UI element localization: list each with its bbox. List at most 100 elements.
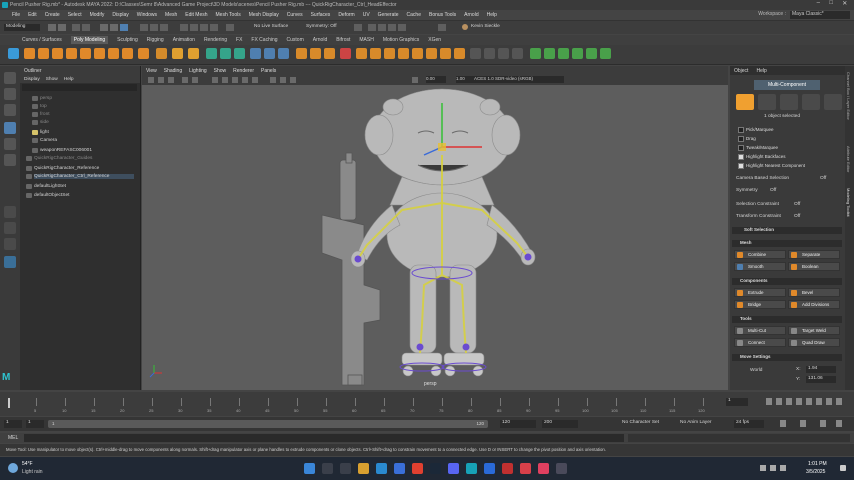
menu-windows[interactable]: Windows [137, 12, 157, 18]
fill-hole-icon[interactable] [412, 48, 423, 59]
go-to-start-icon[interactable] [766, 398, 772, 405]
menu-generate[interactable]: Generate [378, 12, 399, 18]
menu-deform[interactable]: Deform [338, 12, 354, 18]
symmetry-value[interactable]: Off [770, 188, 776, 193]
quad-draw-icon[interactable] [512, 48, 523, 59]
anim-layer-select[interactable]: No Anim Layer [680, 420, 711, 425]
menu-mesh-display[interactable]: Mesh Display [249, 12, 279, 18]
notification-icon[interactable] [840, 465, 846, 471]
user-avatar[interactable] [462, 24, 468, 30]
hypershade-icon[interactable] [398, 24, 406, 31]
exposure-field[interactable]: 0.00 [426, 76, 446, 83]
outliner-item-top[interactable]: top [32, 104, 47, 109]
mail-icon[interactable] [394, 463, 405, 474]
move-settings-header[interactable]: Move Settings [732, 354, 842, 361]
extrude-button[interactable]: Extrude [734, 288, 786, 297]
start-menu-icon[interactable] [304, 463, 315, 474]
viewport-menu-panels[interactable]: Panels [261, 68, 276, 74]
select-object-icon[interactable] [110, 24, 118, 31]
start-time-field[interactable]: 1 [4, 420, 22, 428]
persp-graph-layout-icon[interactable] [4, 256, 16, 268]
outliner-item-default-light-set[interactable]: defaultLightSet [26, 184, 66, 189]
camera-attributes-icon[interactable] [148, 77, 154, 83]
menu-curves[interactable]: Curves [287, 12, 303, 18]
retopologize-icon[interactable] [340, 48, 351, 59]
menu-surfaces[interactable]: Surfaces [311, 12, 331, 18]
circularize-icon[interactable] [454, 48, 465, 59]
snap-grid-icon[interactable] [180, 24, 188, 31]
object-mode-icon[interactable] [736, 94, 754, 110]
tweak-marquee-option[interactable]: Tweak/Marquee [738, 145, 778, 151]
camera-based-selection-value[interactable]: Off [820, 176, 826, 181]
shelf-tab-xgen[interactable]: XGen [428, 37, 441, 43]
poly-cylinder-icon[interactable] [52, 48, 63, 59]
sphere-combined-icon[interactable] [156, 48, 167, 59]
menu-mesh[interactable]: Mesh [165, 12, 177, 18]
view-transform-select[interactable]: ACES 1.0 SDR-video (sRGB) [474, 76, 564, 83]
ipr-render-icon[interactable] [378, 24, 386, 31]
viewport-menu-lighting[interactable]: Lighting [189, 68, 207, 74]
menu-modify[interactable]: Modify [90, 12, 105, 18]
character-set-select[interactable]: No Character Set [622, 420, 659, 425]
type-tool-icon[interactable] [172, 48, 183, 59]
poly-cube-icon[interactable] [38, 48, 49, 59]
menu-mesh-tools[interactable]: Mesh Tools [216, 12, 241, 18]
wifi-icon[interactable] [770, 465, 776, 471]
toolkit-menu-help[interactable]: Help [756, 68, 766, 74]
single-perspective-layout-icon[interactable] [4, 206, 16, 218]
bridge-button[interactable]: Bridge [734, 300, 786, 309]
menu-select[interactable]: Select [68, 12, 82, 18]
volume-icon[interactable] [780, 465, 786, 471]
drag-option[interactable]: Drag [738, 136, 756, 142]
mirror-icon[interactable] [296, 48, 307, 59]
cylindrical-uv-icon[interactable] [572, 48, 583, 59]
menu-create[interactable]: Create [45, 12, 60, 18]
boolean-button[interactable]: Boolean [788, 262, 840, 271]
select-by-face-icon[interactable] [160, 24, 168, 31]
shelf-tab-mash[interactable]: MASH [359, 37, 373, 43]
shelf-tab-curves-surfaces[interactable]: Curves / Surfaces [22, 37, 62, 43]
uv-editor-icon[interactable] [530, 48, 541, 59]
range-start-field[interactable]: 1 [26, 420, 44, 428]
four-view-layout-icon[interactable] [4, 222, 16, 234]
isolate-select-icon[interactable] [270, 77, 276, 83]
audio-icon[interactable] [800, 420, 806, 427]
combine-button[interactable]: Combine [734, 250, 786, 259]
outliner-search-input[interactable] [22, 84, 137, 91]
user-name[interactable]: Kevin Sieckle [471, 24, 500, 29]
bool-difference-icon[interactable] [264, 48, 275, 59]
viewport-menu-renderer[interactable]: Renderer [233, 68, 254, 74]
range-slider[interactable]: 1 120 [48, 420, 488, 428]
play-forward-icon[interactable] [806, 398, 812, 405]
outliner-item-ctrl-reference[interactable]: QuickRigCharacter_Ctrl_Reference [26, 174, 134, 179]
weather-desc[interactable]: Light rain [22, 469, 43, 475]
tools-section-header[interactable]: Tools [732, 316, 842, 323]
step-forward-icon[interactable] [816, 398, 822, 405]
lasso-icon[interactable] [438, 24, 446, 31]
shelf-tab-sculpting[interactable]: Sculpting [117, 37, 138, 43]
xray-icon[interactable] [280, 77, 286, 83]
menu-arnold[interactable]: Arnold [464, 12, 478, 18]
bool-union-icon[interactable] [250, 48, 261, 59]
bevel-button[interactable]: Bevel [788, 288, 840, 297]
undo-icon[interactable] [72, 24, 80, 31]
shelf-tab-rigging[interactable]: Rigging [147, 37, 164, 43]
bookmark-icon[interactable] [158, 77, 164, 83]
platonic-solid-icon[interactable] [122, 48, 133, 59]
poly-sphere-icon[interactable] [24, 48, 35, 59]
range-end-field[interactable]: 120 [500, 420, 536, 428]
wedge-icon[interactable] [440, 48, 451, 59]
shadows-icon[interactable] [252, 77, 258, 83]
viewport-scene[interactable]: persp [142, 85, 728, 390]
separate-icon[interactable] [220, 48, 231, 59]
grid-icon[interactable] [182, 77, 188, 83]
loop-icon[interactable] [780, 420, 786, 427]
mesh-section-header[interactable]: Mesh [732, 240, 842, 247]
poly-plane-icon[interactable] [94, 48, 105, 59]
mel-label[interactable]: MEL [8, 435, 18, 441]
bool-intersection-icon[interactable] [278, 48, 289, 59]
minimize-button[interactable]: – [817, 0, 820, 10]
menu-edit[interactable]: Edit [28, 12, 37, 18]
gamma-field[interactable]: 1.00 [456, 76, 476, 83]
workspace-select[interactable]: Maya Classic* [790, 11, 850, 19]
